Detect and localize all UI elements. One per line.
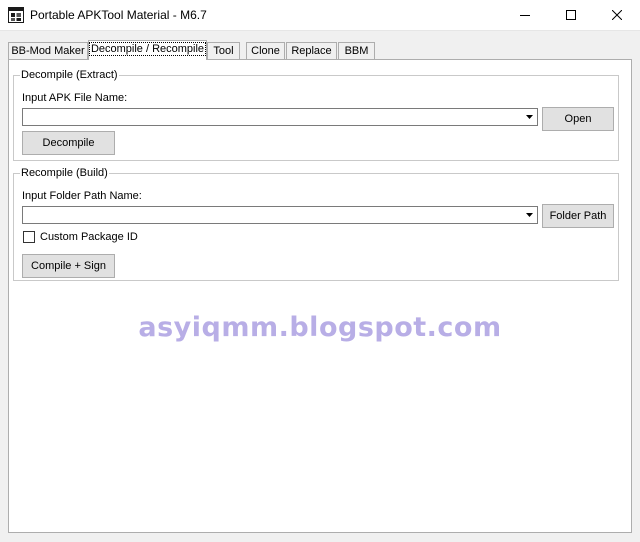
tab-bbm[interactable]: BBM <box>338 42 375 59</box>
folder-path-label: Input Folder Path Name: <box>22 190 142 202</box>
compile-sign-button[interactable]: Compile + Sign <box>22 254 115 278</box>
tab-bb-mod-maker[interactable]: BB-Mod Maker <box>8 42 88 59</box>
close-button[interactable] <box>594 0 640 30</box>
tab-label: Clone <box>251 45 280 57</box>
open-button[interactable]: Open <box>542 107 614 131</box>
tab-panel: Decompile (Extract) Input APK File Name:… <box>8 59 632 533</box>
dropdown-arrow-icon[interactable] <box>522 109 537 125</box>
tab-label: Decompile / Recompile <box>88 42 207 56</box>
decompile-group-label: Decompile (Extract) <box>20 69 119 81</box>
recompile-group: Recompile (Build) Input Folder Path Name… <box>13 167 619 281</box>
app-window-icon <box>8 7 24 23</box>
apk-file-combobox[interactable] <box>22 108 538 126</box>
close-icon <box>612 10 622 20</box>
tab-decompile-recompile[interactable]: Decompile / Recompile <box>88 40 207 60</box>
tab-label: Tool <box>213 45 234 57</box>
recompile-group-label: Recompile (Build) <box>20 167 109 179</box>
watermark-text: asyiqmm.blogspot.com <box>138 312 502 343</box>
folder-path-combobox[interactable] <box>22 206 538 224</box>
title-bar[interactable]: Portable APKTool Material - M6.7 <box>0 0 640 31</box>
tab-tool[interactable]: Tool <box>207 42 240 59</box>
tab-replace[interactable]: Replace <box>286 42 337 59</box>
window-title: Portable APKTool Material - M6.7 <box>30 8 207 22</box>
tab-clone[interactable]: Clone <box>246 42 285 59</box>
folder-path-button[interactable]: Folder Path <box>542 204 614 228</box>
tab-label: BBM <box>344 45 369 57</box>
custom-package-id-label[interactable]: Custom Package ID <box>40 231 138 243</box>
maximize-icon <box>566 10 576 20</box>
custom-package-id-checkbox[interactable] <box>23 231 35 243</box>
dropdown-arrow-icon[interactable] <box>522 207 537 223</box>
minimize-button[interactable] <box>502 0 548 30</box>
maximize-button[interactable] <box>548 0 594 30</box>
decompile-group: Decompile (Extract) Input APK File Name:… <box>13 69 619 161</box>
apk-file-label: Input APK File Name: <box>22 92 128 104</box>
tab-label: Replace <box>291 45 332 57</box>
minimize-icon <box>520 15 530 16</box>
tab-label: BB-Mod Maker <box>11 45 85 57</box>
decompile-button[interactable]: Decompile <box>22 131 115 155</box>
